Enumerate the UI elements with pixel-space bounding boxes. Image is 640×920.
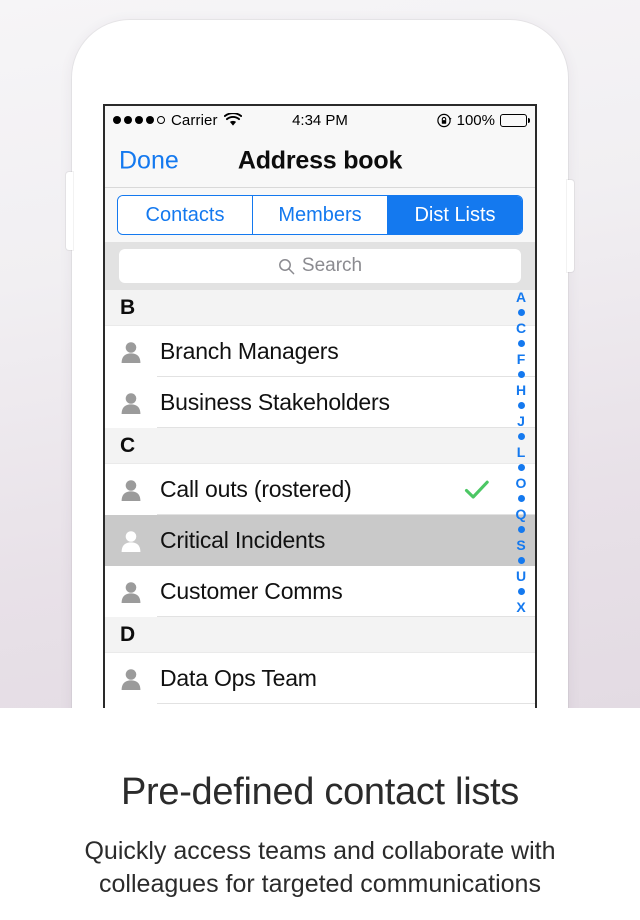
list-item-label: Branch Managers <box>160 338 339 364</box>
person-icon <box>121 392 141 414</box>
volume-button[interactable] <box>66 172 73 250</box>
index-letter[interactable]: L <box>517 445 526 459</box>
list-item-label: Business Stakeholders <box>160 389 390 415</box>
promo-page: Carrier 4:34 PM 100% Done Address book C… <box>0 0 640 920</box>
search-bar-container: Search <box>105 242 535 290</box>
navigation-bar: Done Address book <box>105 134 535 188</box>
list-item-label: Customer Comms <box>160 578 343 604</box>
tab-dist-lists[interactable]: Dist Lists <box>388 196 522 234</box>
distribution-list: B Branch Managers Business Stakeholders … <box>105 290 535 704</box>
index-letter[interactable]: F <box>517 352 526 366</box>
section-header-b: B <box>105 290 535 326</box>
index-letter[interactable]: U <box>516 569 526 583</box>
index-dot[interactable] <box>517 433 525 440</box>
list-item-label: Call outs (rostered) <box>160 476 352 502</box>
index-letter[interactable]: S <box>516 538 525 552</box>
index-letter[interactable]: O <box>516 476 527 490</box>
row-divider <box>157 703 535 704</box>
list-item[interactable]: Branch Managers <box>105 326 535 377</box>
checkmark-icon <box>464 480 489 499</box>
index-dot[interactable] <box>517 402 525 409</box>
index-dot[interactable] <box>517 495 525 502</box>
index-letter[interactable]: X <box>516 600 525 614</box>
battery-percentage: 100% <box>456 111 495 129</box>
list-item[interactable]: Call outs (rostered) <box>105 464 535 515</box>
index-dot[interactable] <box>517 526 525 533</box>
tab-contacts[interactable]: Contacts <box>118 196 253 234</box>
index-letter[interactable]: A <box>516 290 526 304</box>
segmented-control-container: Contacts Members Dist Lists <box>105 188 535 242</box>
caption-section: Pre-defined contact lists Quickly access… <box>0 708 640 920</box>
index-dot[interactable] <box>517 340 525 347</box>
row-divider <box>157 427 535 428</box>
index-dot[interactable] <box>517 464 525 471</box>
index-dot[interactable] <box>517 309 525 316</box>
hero-background: Carrier 4:34 PM 100% Done Address book C… <box>0 0 640 708</box>
person-icon <box>121 668 141 690</box>
index-letter[interactable]: Q <box>516 507 527 521</box>
page-title: Address book <box>237 146 403 174</box>
carrier-label: Carrier <box>171 111 218 129</box>
phone-screen: Carrier 4:34 PM 100% Done Address book C… <box>103 104 537 708</box>
list-item[interactable]: Critical Incidents <box>105 515 535 566</box>
wifi-icon <box>223 113 242 126</box>
caption-title: Pre-defined contact lists <box>120 771 520 813</box>
status-bar: Carrier 4:34 PM 100% <box>105 106 535 134</box>
rotation-lock-icon <box>436 113 452 127</box>
list-item-label: Data Ops Team <box>160 665 317 691</box>
person-icon <box>121 581 141 603</box>
list-item[interactable]: Customer Comms <box>105 566 535 617</box>
tab-members[interactable]: Members <box>253 196 388 234</box>
list-item[interactable]: Data Ops Team <box>105 653 535 704</box>
index-letter[interactable]: J <box>517 414 525 428</box>
index-dot[interactable] <box>517 371 525 378</box>
alphabet-index-bar[interactable]: A C F H J L O Q S U X <box>509 290 533 614</box>
row-divider <box>157 616 535 617</box>
person-icon <box>121 530 141 552</box>
list-item[interactable]: Business Stakeholders <box>105 377 535 428</box>
index-letter[interactable]: H <box>516 383 526 397</box>
phone-device: Carrier 4:34 PM 100% Done Address book C… <box>66 20 574 708</box>
battery-full-icon <box>500 113 530 127</box>
index-letter[interactable]: C <box>516 321 526 335</box>
search-placeholder: Search <box>301 255 363 276</box>
caption-subtitle: Quickly access teams and collaborate wit… <box>84 837 556 898</box>
index-dot[interactable] <box>517 557 525 564</box>
section-header-c: C <box>105 428 535 464</box>
section-header-d: D <box>105 617 535 653</box>
search-icon <box>278 258 295 274</box>
search-input[interactable]: Search <box>119 249 521 283</box>
index-dot[interactable] <box>517 588 525 595</box>
person-icon <box>121 341 141 363</box>
power-button[interactable] <box>567 180 574 272</box>
list-item-label: Critical Incidents <box>160 527 326 553</box>
signal-strength-icon <box>113 116 165 124</box>
person-icon <box>121 479 141 501</box>
segmented-control[interactable]: Contacts Members Dist Lists <box>117 195 523 235</box>
